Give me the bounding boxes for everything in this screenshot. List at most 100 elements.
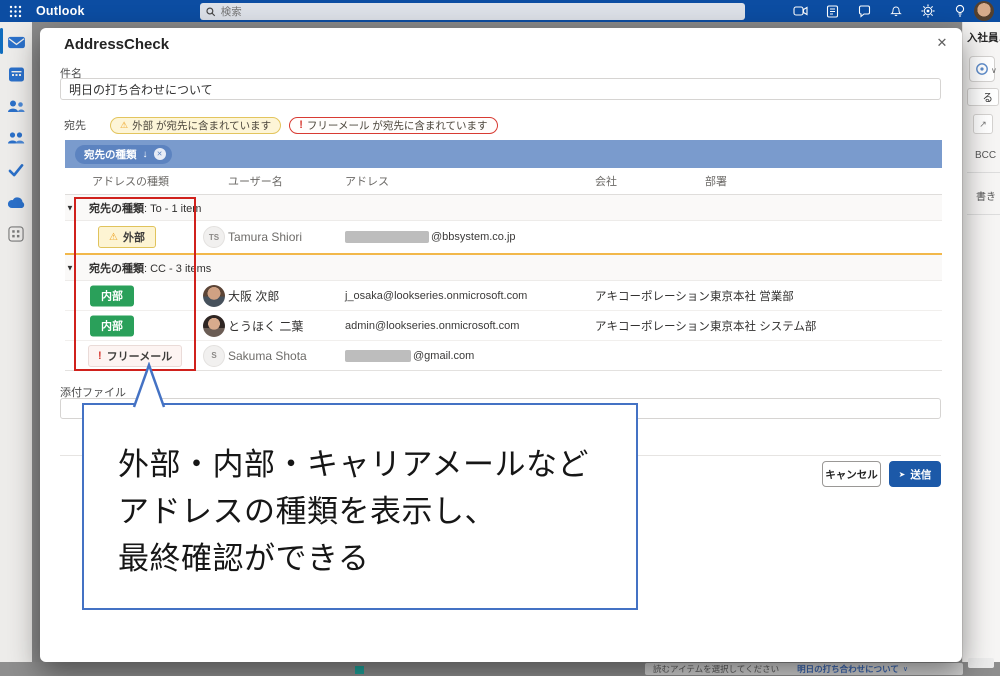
truncated-button-fragment: る xyxy=(967,88,999,106)
callout-pointer xyxy=(128,362,172,408)
email-address: j_osaka@lookseries.onmicrosoft.com xyxy=(345,290,527,302)
cancel-button[interactable]: キャンセル xyxy=(822,461,881,487)
truncated-text-fragment: 書き xyxy=(976,188,996,203)
popout-icon[interactable]: ↗ xyxy=(973,114,993,134)
warning-text: フリーメール が宛先に含まれています xyxy=(307,118,488,133)
recipients-table: アドレスの種類 ユーザー名 アドレス 会社 部署 ▼ 宛先の種類: To - 1… xyxy=(65,168,942,372)
remove-chip-icon[interactable]: ✕ xyxy=(154,148,166,160)
callout-text: 外部・内部・キャリアメールなど アドレスの種類を表示し、 最終確認ができる xyxy=(118,441,589,582)
ui-fragment xyxy=(968,658,994,668)
col-header-company: 会社 xyxy=(595,173,617,189)
exclamation-icon: ! xyxy=(98,350,102,362)
mail-icon xyxy=(7,35,26,50)
reading-pane-hint: 読むアイテムを選択してください xyxy=(653,663,779,675)
external-badge: ⚠ 外部 xyxy=(98,226,156,248)
external-warning-pill: ⚠ 外部 が宛先に含まれています xyxy=(110,117,281,134)
company: アキコーポレーション xyxy=(595,288,710,304)
warning-icon: ⚠ xyxy=(109,232,118,243)
screen: Outlook xyxy=(0,0,1000,676)
chevron-down-icon[interactable]: ∨ xyxy=(991,66,997,75)
feed-icon[interactable] xyxy=(824,3,840,19)
collapse-group-icon[interactable]: ▼ xyxy=(66,203,74,212)
redacted-address xyxy=(345,350,411,362)
table-row[interactable]: 内部 大阪 次郎 j_osaka@lookseries.onmicrosoft.… xyxy=(65,281,942,311)
user-name: 大阪 次郎 xyxy=(228,287,279,304)
collapse-group-icon[interactable]: ▼ xyxy=(66,263,74,272)
annotation-callout: 外部・内部・キャリアメールなど アドレスの種類を表示し、 最終確認ができる xyxy=(82,403,638,610)
sidebar-item-calendar[interactable] xyxy=(0,62,32,86)
background-bottom-strip: 読むアイテムを選択してください 明日の打ち合わせについて ∨ xyxy=(0,662,1000,676)
sidebar-item-people[interactable] xyxy=(0,94,32,118)
internal-badge: 内部 xyxy=(90,285,134,306)
warning-text: 外部 が宛先に含まれています xyxy=(132,118,271,133)
groups-icon xyxy=(7,131,25,146)
sidebar-item-mail[interactable] xyxy=(0,30,32,54)
meet-now-icon[interactable] xyxy=(792,3,808,19)
settings-gear-icon[interactable] xyxy=(920,3,936,19)
sidebar-item-more-apps[interactable] xyxy=(0,222,32,246)
send-button[interactable]: ➤ 送信 xyxy=(889,461,941,487)
cloud-icon xyxy=(7,196,26,209)
app-sidebar xyxy=(0,22,32,662)
recipients-label: 宛先 xyxy=(64,117,86,133)
recipients-row: 宛先 ⚠ 外部 が宛先に含まれています ! フリーメール が宛先に含まれています xyxy=(64,116,498,134)
sidebar-item-onedrive[interactable] xyxy=(0,190,32,214)
brand-label: Outlook xyxy=(36,4,85,18)
avatar xyxy=(203,285,225,307)
bcc-button[interactable]: BCC xyxy=(975,150,996,161)
user-name: とうほく 二葉 xyxy=(228,317,303,334)
col-header-address-type: アドレスの種類 xyxy=(92,173,169,189)
avatar: TS xyxy=(203,226,225,248)
chevron-down-icon: ∨ xyxy=(903,665,908,673)
warning-icon: ⚠ xyxy=(120,120,128,131)
subject-input[interactable] xyxy=(60,78,941,100)
freemail-warning-pill: ! フリーメール が宛先に含まれています xyxy=(289,117,497,134)
group-header-to: ▼ 宛先の種類: To - 1 item xyxy=(65,195,942,221)
avatar xyxy=(203,315,225,337)
group-header-cc: ▼ 宛先の種類: CC - 3 items xyxy=(65,255,942,281)
addin-app-icon xyxy=(975,62,989,76)
background-compose-panel: 入社員… ∨ る ↗ BCC 書き xyxy=(962,22,1000,662)
sort-descending-icon: ↓ xyxy=(143,149,148,160)
search-bar[interactable] xyxy=(200,3,745,20)
sidebar-item-groups[interactable] xyxy=(0,126,32,150)
department: 東京本社 営業部 xyxy=(710,288,794,304)
exclamation-icon: ! xyxy=(299,119,303,131)
group-label: 宛先の種類: CC - 3 items xyxy=(89,260,211,276)
app-launcher-icon[interactable] xyxy=(0,0,30,22)
company: アキコーポレーション xyxy=(595,318,710,334)
sidebar-item-todo[interactable] xyxy=(0,158,32,182)
calendar-icon xyxy=(8,66,25,83)
table-header-row: アドレスの種類 ユーザー名 アドレス 会社 部署 xyxy=(65,168,942,195)
account-avatar[interactable] xyxy=(974,1,994,21)
avatar: S xyxy=(203,345,225,367)
col-header-user-name: ユーザー名 xyxy=(228,173,283,189)
divider xyxy=(967,172,1000,173)
check-icon xyxy=(8,163,24,177)
notes-icon[interactable] xyxy=(856,3,872,19)
reading-pane-fragment: 読むアイテムを選択してください 明日の打ち合わせについて ∨ xyxy=(645,663,963,675)
outlook-topbar: Outlook xyxy=(0,0,1000,22)
apps-grid-icon xyxy=(8,226,24,242)
tips-lightbulb-icon[interactable] xyxy=(952,3,968,19)
group-label: 宛先の種類: To - 1 item xyxy=(89,200,201,216)
close-icon[interactable]: ✕ xyxy=(933,34,951,52)
table-row[interactable]: ⚠ 外部 TS Tamura Shiori @bbsystem.co.jp xyxy=(65,221,942,255)
email-address: @gmail.com xyxy=(345,350,474,362)
user-name: Tamura Shiori xyxy=(228,230,302,244)
send-arrow-icon: ➤ xyxy=(899,470,906,479)
table-row[interactable]: ! フリーメール S Sakuma Shota @gmail.com xyxy=(65,341,942,371)
dialog-title: AddressCheck xyxy=(64,36,169,53)
selected-indicator xyxy=(0,28,3,54)
draft-tab-label[interactable]: 明日の打ち合わせについて xyxy=(797,663,899,675)
notifications-bell-icon[interactable] xyxy=(888,3,904,19)
sort-chip[interactable]: 宛先の種類 ↓ ✕ xyxy=(75,145,172,164)
truncated-recipient-label: 入社員… xyxy=(967,30,1000,45)
email-address: admin@lookseries.onmicrosoft.com xyxy=(345,320,519,332)
search-input[interactable] xyxy=(221,6,739,18)
user-name: Sakuma Shota xyxy=(228,349,307,363)
search-icon xyxy=(206,7,216,17)
addresscheck-dialog: AddressCheck ✕ 件名 宛先 ⚠ 外部 が宛先に含まれています ! … xyxy=(40,28,962,662)
fragment-icon xyxy=(355,666,364,674)
table-row[interactable]: 内部 とうほく 二葉 admin@lookseries.onmicrosoft.… xyxy=(65,311,942,341)
